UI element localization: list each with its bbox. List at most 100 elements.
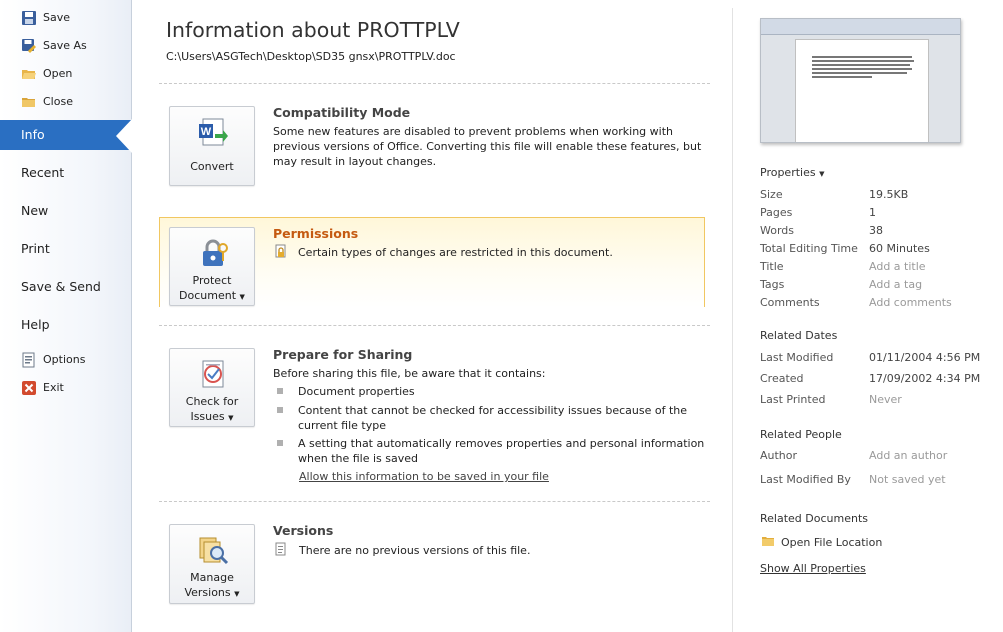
check-button-line2: Issues ▼ [170, 409, 254, 426]
versions-button-line2-text: Versions [184, 586, 231, 599]
prop-comments-label: Comments [760, 296, 820, 309]
check-for-issues-button[interactable]: Check for Issues ▼ [169, 348, 255, 427]
thumbnail-text-line [812, 76, 872, 78]
document-thumbnail[interactable] [760, 18, 961, 143]
sharing-item-2-line1: Content that cannot be checked for acces… [298, 404, 688, 417]
nav-print[interactable]: Print [0, 234, 132, 264]
versions-magnifier-icon [199, 537, 229, 565]
protect-button-line2: Document ▼ [170, 288, 254, 305]
checklist-icon [202, 360, 224, 388]
prop-size-value: 19.5KB [869, 188, 909, 201]
lock-keys-icon [203, 239, 228, 266]
separator [159, 325, 710, 326]
dropdown-arrow-icon: ▼ [819, 170, 825, 178]
versions-button-line2: Versions ▼ [170, 585, 254, 602]
author-label: Author [760, 449, 798, 462]
check-button-line1: Check for [185, 395, 239, 408]
nav-open[interactable]: Open [0, 63, 132, 85]
prop-pages-label: Pages [760, 206, 793, 219]
nav-close[interactable]: Close [0, 91, 132, 113]
nav-save[interactable]: Save [0, 7, 132, 29]
small-lock-icon [275, 244, 286, 258]
convert-button-label: Convert [190, 160, 234, 173]
thumbnail-page [795, 39, 929, 142]
properties-heading[interactable]: Properties ▼ [760, 166, 824, 179]
created-label: Created [760, 372, 804, 385]
thumbnail-toolbar [761, 19, 960, 35]
open-file-location-link[interactable]: Open File Location [781, 536, 882, 549]
compat-heading: Compatibility Mode [273, 105, 411, 120]
last-modified-by-label: Last Modified By [760, 473, 851, 486]
svg-text:W: W [201, 126, 212, 138]
prop-tags-input[interactable]: Add a tag [869, 278, 922, 291]
page-title: Information about PROTTPLV [166, 18, 460, 42]
nav-open-label: Open [43, 67, 73, 80]
compat-line-1: Some new features are disabled to preven… [273, 125, 673, 138]
nav-info-label: Info [21, 127, 45, 142]
file-path: C:\Users\ASGTech\Desktop\SD35 gnsx\PROTT… [166, 50, 456, 63]
nav-print-label: Print [21, 241, 50, 256]
compat-line-3: may result in layout changes. [273, 155, 437, 168]
last-printed-value: Never [869, 393, 902, 406]
last-modified-by-value: Not saved yet [869, 473, 946, 486]
exit-icon [22, 381, 36, 395]
backstage-nav: Save Save As Open Close Info Recent New … [0, 0, 132, 632]
nav-recent-label: Recent [21, 165, 65, 180]
last-modified-value: 01/11/2004 4:56 PM [869, 351, 981, 364]
dropdown-arrow-icon: ▼ [239, 293, 245, 301]
prop-title-input[interactable]: Add a title [869, 260, 926, 273]
prop-pages-value: 1 [869, 206, 876, 219]
prop-title-label: Title [760, 260, 784, 273]
nav-save-as[interactable]: Save As [0, 35, 132, 57]
sharing-intro: Before sharing this file, be aware that … [273, 367, 546, 380]
prop-editing-value: 60 Minutes [869, 242, 930, 255]
convert-document-icon: W [199, 118, 228, 146]
properties-heading-text: Properties [760, 166, 816, 179]
options-icon [22, 352, 35, 368]
thumbnail-text-line [812, 60, 914, 62]
related-dates-heading: Related Dates [760, 329, 838, 342]
sharing-item-3-line1: A setting that automatically removes pro… [298, 437, 705, 450]
last-printed-label: Last Printed [760, 393, 826, 406]
nav-info[interactable]: Info [0, 120, 132, 150]
related-people-heading: Related People [760, 428, 842, 441]
allow-info-link[interactable]: Allow this information to be saved in yo… [299, 470, 549, 483]
sharing-item-3-line2: when the file is saved [298, 452, 419, 465]
protect-document-button[interactable]: Protect Document ▼ [169, 227, 255, 306]
nav-exit[interactable]: Exit [0, 377, 132, 399]
thumbnail-text-line [812, 68, 912, 70]
nav-help-label: Help [21, 317, 50, 332]
bullet-icon [277, 440, 283, 446]
nav-new[interactable]: New [0, 196, 132, 226]
versions-button-line1: Manage [190, 571, 234, 584]
versions-heading: Versions [273, 523, 334, 538]
protect-button-line1: Protect [192, 274, 232, 287]
manage-versions-button[interactable]: Manage Versions ▼ [169, 524, 255, 604]
nav-close-label: Close [43, 95, 73, 108]
add-author-input[interactable]: Add an author [869, 449, 947, 462]
separator [159, 83, 710, 84]
show-all-properties-link[interactable]: Show All Properties [760, 562, 866, 575]
dropdown-arrow-icon: ▼ [234, 590, 240, 598]
permissions-heading: Permissions [273, 226, 359, 241]
nav-save-as-label: Save As [43, 39, 87, 52]
sharing-item-1: Document properties [298, 385, 415, 398]
check-button-line2-text: Issues [190, 410, 225, 423]
pane-divider [732, 8, 733, 632]
prop-editing-label: Total Editing Time [760, 242, 858, 255]
compat-line-2: previous versions of Office. Converting … [273, 140, 702, 153]
prop-comments-input[interactable]: Add comments [869, 296, 952, 309]
thumbnail-text-line [812, 64, 910, 66]
nav-help[interactable]: Help [0, 310, 132, 340]
nav-save-label: Save [43, 11, 71, 24]
nav-save-send-label: Save & Send [21, 279, 101, 294]
prop-words-label: Words [760, 224, 795, 237]
convert-button[interactable]: W Convert [169, 106, 255, 186]
nav-save-send[interactable]: Save & Send [0, 272, 132, 302]
created-value: 17/09/2002 4:34 PM [869, 372, 981, 385]
nav-options-label: Options [43, 353, 86, 366]
nav-options[interactable]: Options [0, 349, 132, 371]
nav-recent[interactable]: Recent [0, 158, 132, 188]
related-documents-heading: Related Documents [760, 512, 868, 525]
protect-button-line2-text: Document [179, 289, 237, 302]
